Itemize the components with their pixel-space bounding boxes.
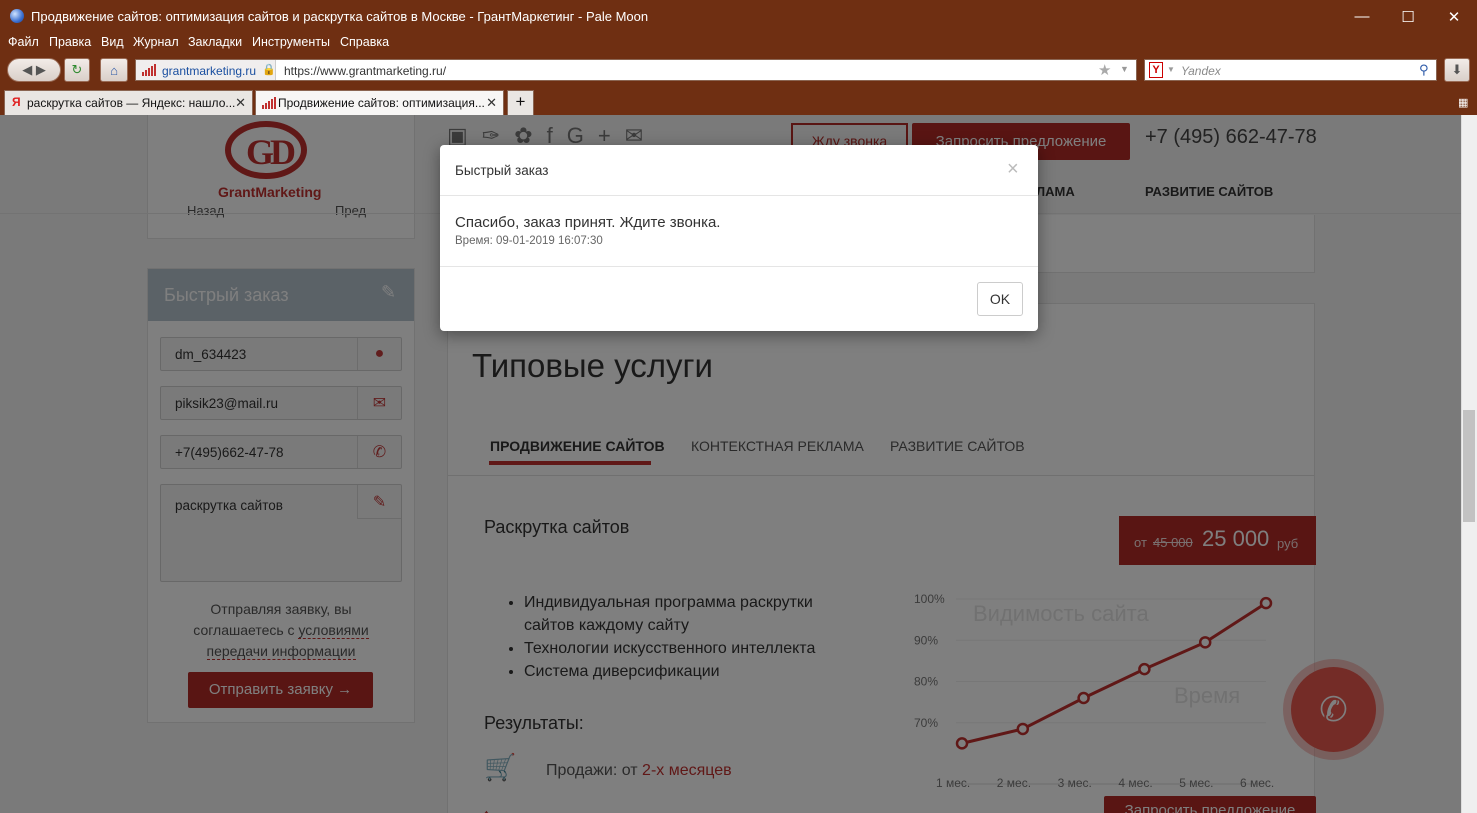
menu-bar: Файл Правка Вид Журнал Закладки Инструме… xyxy=(0,33,1477,54)
menu-history[interactable]: Журнал xyxy=(133,35,179,49)
yandex-favicon-icon: Я xyxy=(12,95,21,109)
modal-message: Спасибо, заказ принят. Ждите звонка. xyxy=(455,214,721,231)
search-icon[interactable]: ⚲ xyxy=(1419,62,1429,78)
browser-globe-icon xyxy=(10,9,24,23)
window-title: Продвижение сайтов: оптимизация сайтов и… xyxy=(31,9,649,24)
lock-icon: 🔒 xyxy=(262,64,276,76)
site-favicon-icon xyxy=(142,64,158,76)
close-tab-icon[interactable]: ✕ xyxy=(486,95,497,111)
tab-label: раскрутка сайтов — Яндекс: нашло... xyxy=(27,96,236,110)
url-bar[interactable]: grantmarketing.ru 🔒 https://www.grantmar… xyxy=(135,59,1137,81)
modal-time: Время: 09-01-2019 16:07:30 xyxy=(455,235,603,247)
close-tab-icon[interactable]: ✕ xyxy=(235,95,246,111)
order-confirmation-modal: Быстрый заказ × Спасибо, заказ принят. Ж… xyxy=(440,145,1038,331)
site-identity[interactable]: grantmarketing.ru xyxy=(162,64,256,78)
url-dropdown-icon[interactable]: ▼ xyxy=(1120,64,1129,74)
menu-tools[interactable]: Инструменты xyxy=(252,35,330,49)
maximize-button[interactable]: ☐ xyxy=(1385,0,1431,33)
forward-arrow-icon[interactable]: ▶ xyxy=(36,62,46,78)
search-engine-dropdown-icon[interactable]: ▼ xyxy=(1167,65,1175,74)
back-forward-button[interactable]: ◀ ▶ xyxy=(7,58,61,82)
title-bar: Продвижение сайтов: оптимизация сайтов и… xyxy=(0,0,1477,33)
modal-ok-button[interactable]: OK xyxy=(977,282,1023,316)
close-window-button[interactable]: ✕ xyxy=(1431,0,1477,33)
modal-time-value: 09-01-2019 16:07:30 xyxy=(496,235,603,247)
modal-title: Быстрый заказ xyxy=(455,163,549,178)
download-icon[interactable]: ⬇ xyxy=(1444,58,1470,82)
menu-view[interactable]: Вид xyxy=(101,35,124,49)
back-arrow-icon[interactable]: ◀ xyxy=(22,62,32,78)
url-text[interactable]: https://www.grantmarketing.ru/ xyxy=(284,64,446,78)
tab-list-icon[interactable]: ▦ xyxy=(1458,96,1468,109)
search-bar[interactable]: Y ▼ Yandex ⚲ xyxy=(1144,59,1437,81)
minimize-button[interactable]: — xyxy=(1339,0,1385,33)
yandex-icon: Y xyxy=(1149,62,1163,78)
tab-yandex[interactable]: Я раскрутка сайтов — Яндекс: нашло... ✕ xyxy=(4,90,253,115)
reload-icon[interactable]: ↻ xyxy=(64,58,90,82)
tab-grantmarketing[interactable]: Продвижение сайтов: оптимизация... ✕ xyxy=(255,90,504,115)
tab-label: Продвижение сайтов: оптимизация... xyxy=(278,96,485,110)
menu-bookmarks[interactable]: Закладки xyxy=(188,35,242,49)
new-tab-button[interactable]: + xyxy=(507,90,534,115)
scrollbar-thumb[interactable] xyxy=(1463,410,1475,522)
modal-close-button[interactable]: × xyxy=(1007,158,1019,181)
home-icon[interactable]: ⌂ xyxy=(100,58,128,82)
grantmarketing-favicon-icon xyxy=(262,97,276,112)
menu-help[interactable]: Справка xyxy=(340,35,389,49)
menu-edit[interactable]: Правка xyxy=(49,35,91,49)
search-input[interactable]: Yandex xyxy=(1181,64,1221,78)
bookmark-star-icon[interactable]: ★ xyxy=(1098,61,1111,79)
menu-file[interactable]: Файл xyxy=(8,35,39,49)
